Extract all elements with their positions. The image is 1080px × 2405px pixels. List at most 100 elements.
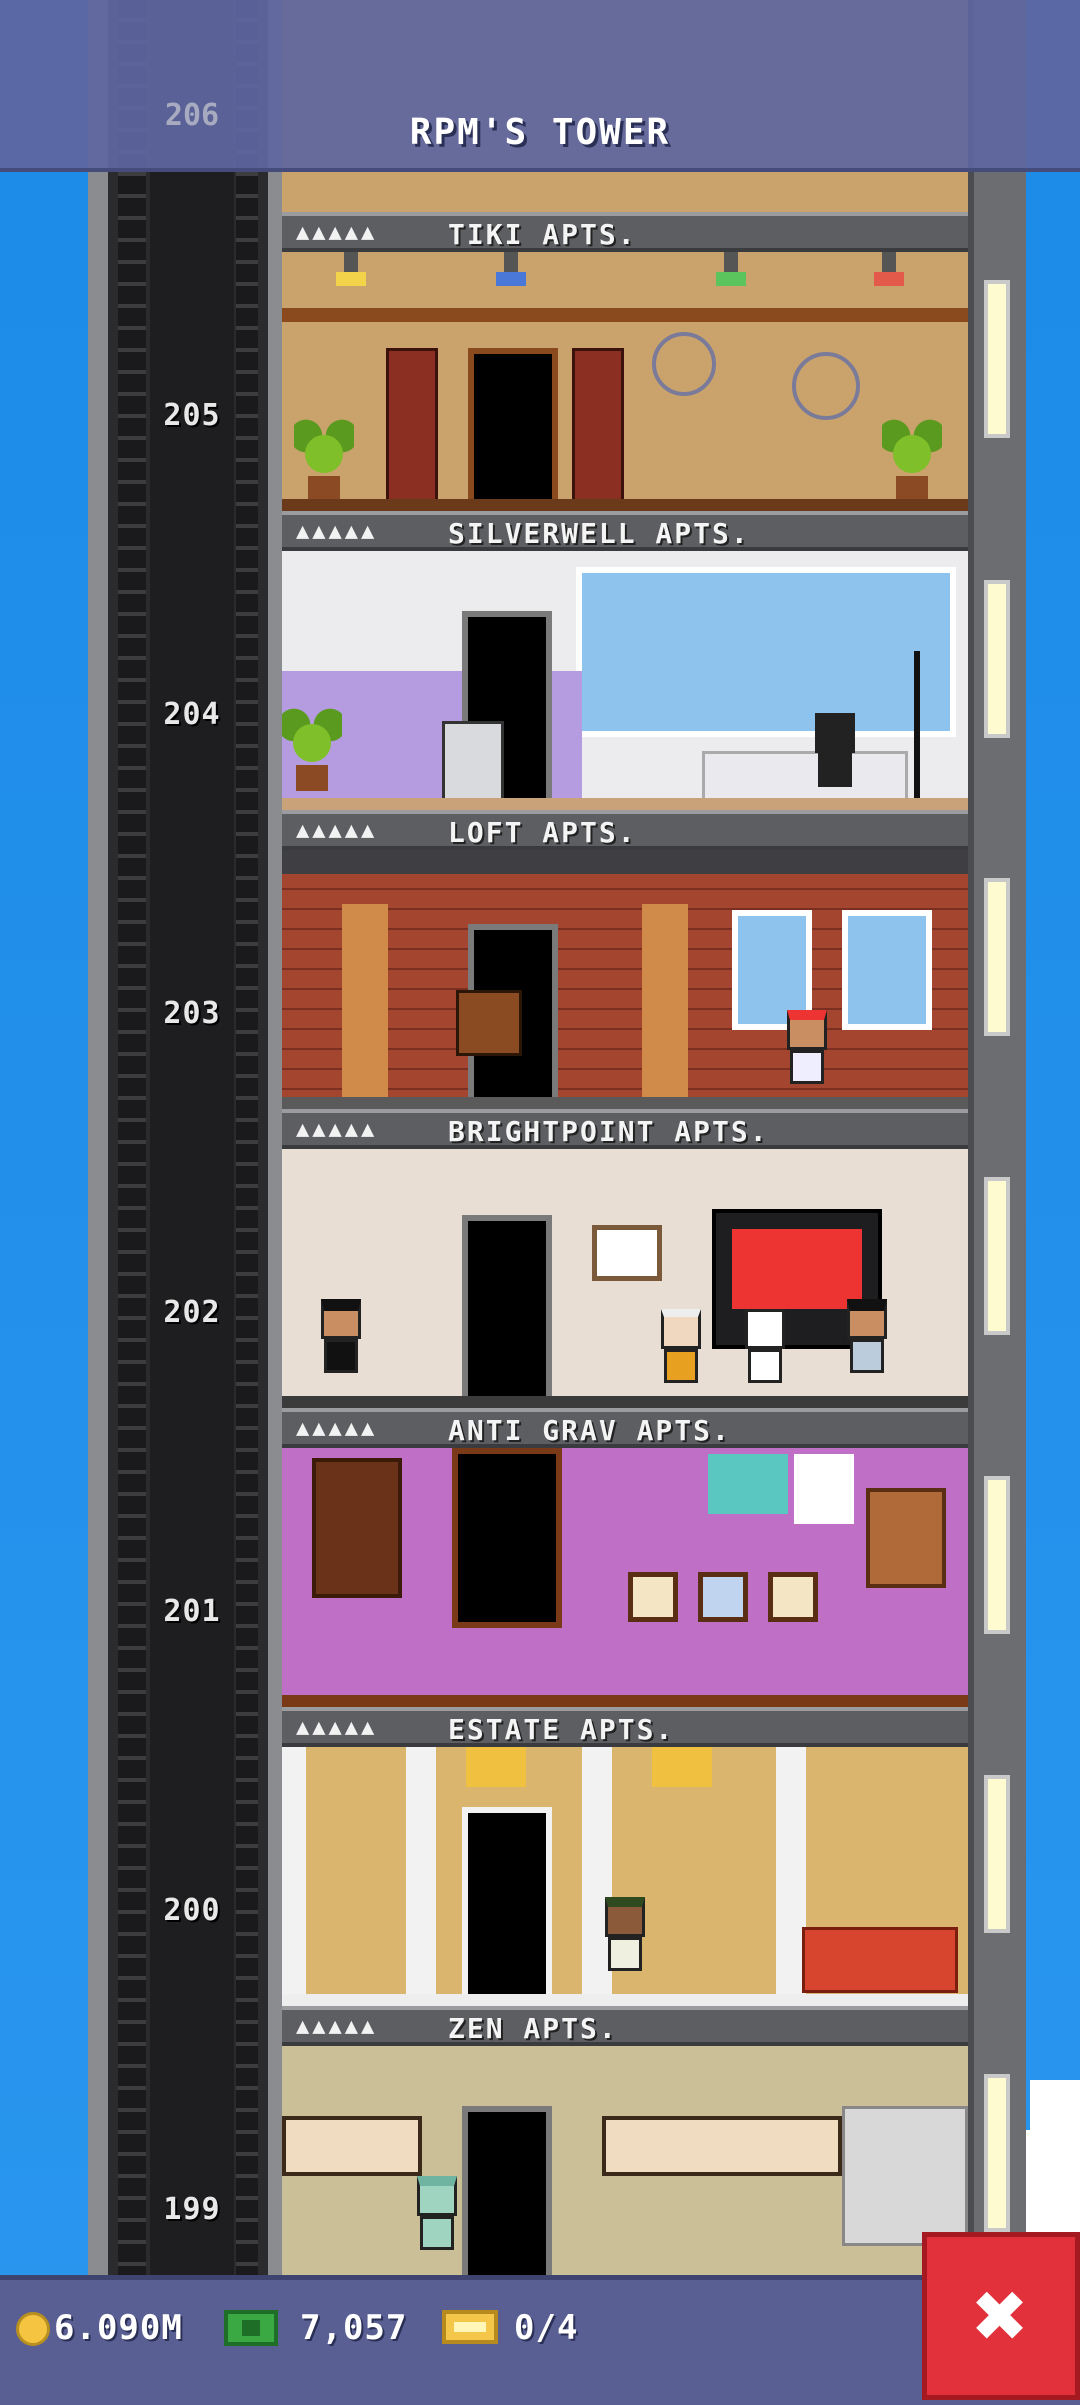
floor-room[interactable] — [282, 850, 968, 1109]
window-light — [984, 1775, 1010, 1933]
bux-count[interactable]: 7,057 — [300, 2308, 407, 2348]
floor-header: ▲▲▲▲▲ ANTI GRAV APTS. — [282, 1408, 968, 1448]
robot-character[interactable] — [442, 721, 504, 803]
star-rating: ▲▲▲▲▲ — [296, 220, 378, 245]
picture-frame-icon — [768, 1572, 818, 1622]
star-rating: ▲▲▲▲▲ — [296, 1117, 378, 1142]
picture-frame-icon — [628, 1572, 678, 1622]
floor-room[interactable] — [282, 252, 968, 511]
window-icon — [842, 910, 932, 1030]
window-light — [984, 878, 1010, 1036]
apartment-door[interactable] — [468, 348, 558, 511]
bird-cage-icon — [792, 352, 860, 420]
floor-header: ▲▲▲▲▲ SILVERWELL APTS. — [282, 511, 968, 551]
officer-character[interactable] — [842, 1299, 892, 1379]
floating-cabinet-icon — [866, 1488, 946, 1588]
horse-mask-character[interactable] — [456, 990, 522, 1056]
bux-icon — [224, 2310, 278, 2346]
sofa-icon — [702, 751, 908, 803]
close-button[interactable]: ✖ — [922, 2232, 1080, 2400]
skeleton-character[interactable] — [740, 1309, 790, 1389]
tower-title[interactable]: RPM'S TOWER — [0, 112, 1080, 153]
tiki-statue-icon — [572, 348, 624, 504]
picture-frame-icon — [592, 1225, 662, 1281]
floor-room[interactable] — [282, 1448, 968, 1707]
lamp-icon — [716, 252, 746, 286]
plant-icon — [282, 707, 342, 791]
star-rating: ▲▲▲▲▲ — [296, 1416, 378, 1441]
floor-room[interactable] — [282, 1747, 968, 2006]
floor-strip — [282, 1396, 968, 1408]
floor-lamp-icon — [914, 651, 920, 801]
bookshelf-icon — [312, 1458, 402, 1598]
floor-202[interactable]: ▲▲▲▲▲ BRIGHTPOINT APTS. — [282, 1109, 968, 1408]
floor-number-205: 205 — [163, 398, 221, 433]
tiki-beam — [282, 308, 968, 322]
safari-character[interactable] — [600, 1897, 650, 1977]
big-window-icon — [576, 567, 956, 737]
floor-name: SILVERWELL APTS. — [448, 517, 750, 550]
floor-201[interactable]: ▲▲▲▲▲ ANTI GRAV APTS. — [282, 1408, 968, 1707]
floor-name: TIKI APTS. — [448, 218, 637, 251]
floor-204[interactable]: ▲▲▲▲▲ SILVERWELL APTS. — [282, 511, 968, 810]
tiki-statue-icon — [386, 348, 438, 504]
floor-header: ▲▲▲▲▲ LOFT APTS. — [282, 810, 968, 850]
pilgrim-hat-character[interactable] — [316, 1299, 366, 1379]
sofa-icon — [802, 1927, 958, 1993]
coin-count[interactable]: 6.090M — [54, 2308, 183, 2348]
red-cap-character[interactable] — [782, 1010, 832, 1090]
statue-of-liberty-character[interactable] — [412, 2176, 462, 2256]
floor-room[interactable] — [282, 1149, 968, 1408]
ticket-count[interactable]: 0/4 — [514, 2308, 578, 2348]
apartment-door[interactable] — [462, 1215, 552, 1408]
ceiling-duct — [282, 850, 968, 874]
floor-strip — [282, 1695, 968, 1707]
elevator-rail-left — [118, 0, 146, 2275]
lamp-icon — [874, 252, 904, 286]
floating-armchair-icon — [708, 1454, 788, 1514]
plant-icon — [882, 418, 942, 502]
floor-199[interactable]: ▲▲▲▲▲ ZEN APTS. — [282, 2006, 968, 2305]
status-bar: 6.090M 7,057 0/4 — [0, 2275, 1080, 2405]
pillar-icon — [282, 1747, 306, 2006]
floating-ghost-icon — [794, 1454, 854, 1524]
floor-name: ZEN APTS. — [448, 2012, 618, 2045]
floor-strip — [282, 1097, 968, 1109]
apartment-door[interactable] — [452, 1448, 562, 1628]
old-lady-character[interactable] — [656, 1309, 706, 1389]
lamp-icon — [496, 252, 526, 286]
floor-name: LOFT APTS. — [448, 816, 637, 849]
floor-number-204: 204 — [163, 697, 221, 732]
floor-room[interactable] — [282, 551, 968, 810]
shoji-panel-icon — [282, 2116, 422, 2176]
floor-strip — [282, 798, 968, 810]
ninja-character[interactable] — [810, 713, 860, 793]
picture-frame-icon — [698, 1572, 748, 1622]
floor-number-202: 202 — [163, 1295, 221, 1330]
elevator-rail-right — [236, 0, 258, 2275]
star-rating: ▲▲▲▲▲ — [296, 1715, 378, 1740]
header-bar: 206 RPM'S TOWER — [0, 0, 1080, 172]
floor-room[interactable] — [282, 2046, 968, 2305]
fridge-icon — [842, 2106, 968, 2246]
apartment-door[interactable] — [462, 1807, 552, 2006]
floor-name: ESTATE APTS. — [448, 1713, 675, 1746]
floor-number-200: 200 — [163, 1893, 221, 1928]
floor-205[interactable]: ▲▲▲▲▲ TIKI APTS. — [282, 212, 968, 511]
floor-header: ▲▲▲▲▲ ZEN APTS. — [282, 2006, 968, 2046]
pillar-icon — [406, 1747, 436, 2006]
floor-name: BRIGHTPOINT APTS. — [448, 1115, 769, 1148]
chandelier-icon — [466, 1747, 526, 1787]
floor-203[interactable]: ▲▲▲▲▲ LOFT APTS. — [282, 810, 968, 1109]
bird-cage-icon — [652, 332, 716, 396]
tv-screen — [732, 1229, 862, 1309]
floor-strip — [282, 1994, 968, 2006]
star-rating: ▲▲▲▲▲ — [296, 818, 378, 843]
star-rating: ▲▲▲▲▲ — [296, 519, 378, 544]
lamp-icon — [336, 252, 366, 286]
floor-200[interactable]: ▲▲▲▲▲ ESTATE APTS. — [282, 1707, 968, 2006]
floor-number-203: 203 — [163, 996, 221, 1031]
column-icon — [642, 904, 688, 1109]
window-light — [984, 2074, 1010, 2232]
floor-number-199: 199 — [163, 2192, 221, 2227]
